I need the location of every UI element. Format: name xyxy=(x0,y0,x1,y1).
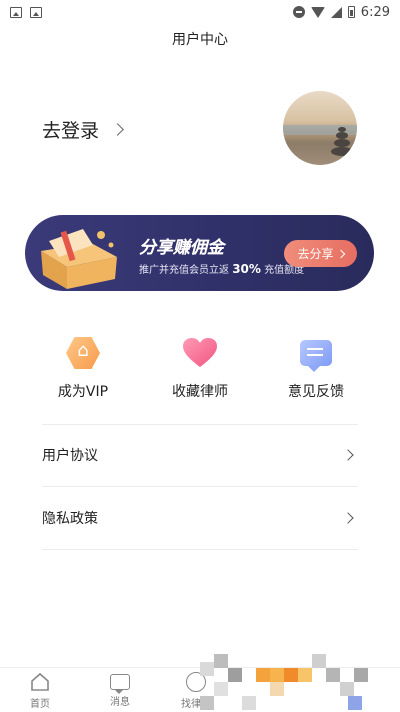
chevron-right-icon xyxy=(342,449,354,461)
banner-headline: 分享赚佣金 xyxy=(139,233,224,258)
chevron-right-icon xyxy=(336,249,345,258)
avatar[interactable] xyxy=(283,91,357,165)
feedback-chat-icon xyxy=(300,340,332,372)
banner-subtitle: 推广并充值会员立返 30% 充值额度 xyxy=(139,262,305,276)
message-icon xyxy=(110,674,130,694)
tab-home[interactable]: 首页 xyxy=(10,672,70,710)
tab-messages[interactable]: 消息 xyxy=(90,672,150,708)
menu-user-agreement[interactable]: 用户协议 xyxy=(42,425,358,485)
status-time: 6:29 xyxy=(360,4,390,20)
gift-box-icon xyxy=(41,229,117,289)
share-button[interactable]: 去分享 xyxy=(284,240,357,267)
wifi-icon xyxy=(310,6,325,18)
signal-icon xyxy=(330,6,342,18)
login-label: 去登录 xyxy=(42,120,100,142)
heart-icon xyxy=(183,338,217,367)
share-promo-banner[interactable]: 分享赚佣金 推广并充值会员立返 30% 充值额度 去分享 xyxy=(25,215,374,291)
menu-privacy-policy[interactable]: 隐私政策 xyxy=(42,488,358,548)
quick-actions: 成为VIP 收藏律师 意见反馈 xyxy=(0,335,400,405)
battery-icon xyxy=(347,6,355,18)
action-become-vip[interactable]: 成为VIP xyxy=(28,335,138,401)
app-notification-icon xyxy=(30,6,42,18)
pixelated-area xyxy=(200,654,380,711)
action-feedback[interactable]: 意见反馈 xyxy=(261,335,371,401)
home-icon xyxy=(31,672,49,691)
image-notification-icon xyxy=(10,6,22,18)
action-favorite-lawyers[interactable]: 收藏律师 xyxy=(145,335,255,401)
chevron-right-icon xyxy=(342,512,354,524)
login-link[interactable]: 去登录 xyxy=(42,116,124,143)
do-not-disturb-icon xyxy=(292,6,305,18)
system-icons: 6:29 xyxy=(292,4,390,20)
chevron-right-icon xyxy=(111,123,124,136)
vip-hexagon-icon xyxy=(66,337,100,369)
divider xyxy=(42,486,358,487)
status-bar: 6:29 xyxy=(0,0,400,24)
divider xyxy=(42,549,358,550)
page-title: 用户中心 xyxy=(172,32,228,48)
notification-icons xyxy=(10,6,42,18)
